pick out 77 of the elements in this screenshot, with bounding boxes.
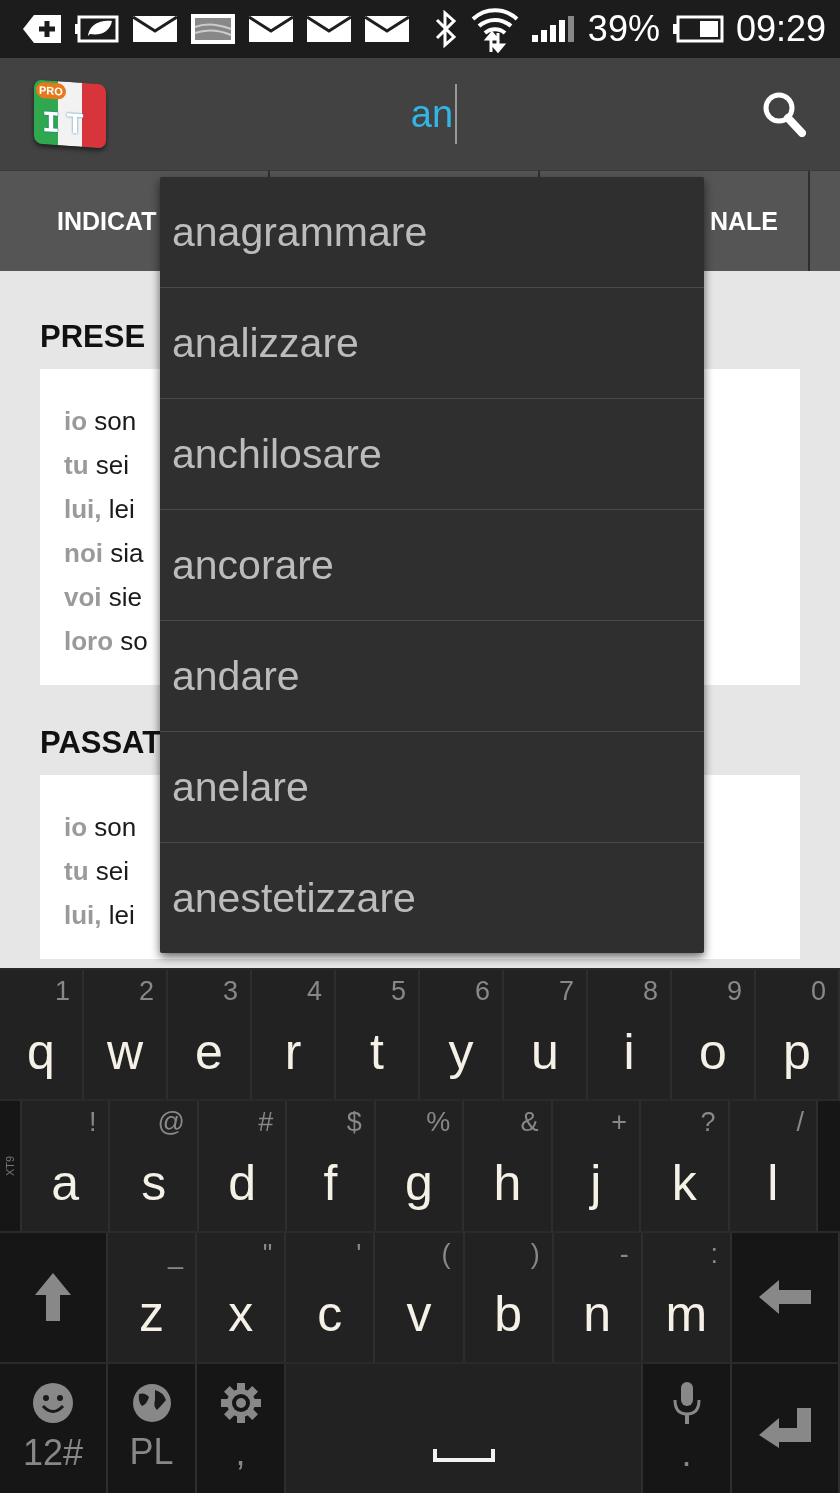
key[interactable]: 6 y xyxy=(420,970,504,1100)
tag-plus-icon xyxy=(22,14,62,44)
suggestion-item[interactable]: andare xyxy=(160,621,704,732)
enter-key[interactable] xyxy=(732,1363,840,1493)
mode-key[interactable]: XT9 xyxy=(0,1101,22,1231)
section-heading: PRESE xyxy=(40,319,146,355)
signal-icon xyxy=(531,16,576,42)
conjugation-line: loro so xyxy=(64,625,148,658)
key[interactable]: ! a xyxy=(22,1101,111,1231)
key[interactable]: / l xyxy=(729,1101,818,1231)
settings-key[interactable]: , xyxy=(197,1363,286,1493)
key[interactable]: : m xyxy=(642,1232,732,1362)
key[interactable]: 5 t xyxy=(336,970,420,1100)
mail-icon xyxy=(247,15,294,43)
conjugation-line: lui, lei xyxy=(64,493,135,526)
key[interactable]: 2 w xyxy=(84,970,168,1100)
backspace-arrow-icon xyxy=(759,1280,811,1315)
key[interactable]: $ f xyxy=(287,1101,376,1231)
emoji-key[interactable]: 12# xyxy=(0,1363,108,1493)
tab[interactable]: INDICAT xyxy=(57,206,157,236)
battery-percent: 39% xyxy=(587,8,660,50)
section-heading: PASSAT xyxy=(40,725,162,761)
suggestion-item[interactable]: anchilosare xyxy=(160,399,704,510)
key[interactable]: @ s xyxy=(110,1101,199,1231)
enter-arrow-icon xyxy=(759,1408,811,1449)
conjugation-line: io son xyxy=(64,405,137,438)
shift-key[interactable] xyxy=(0,1232,108,1362)
conjugation-line: tu sei xyxy=(64,855,129,888)
mic-key[interactable]: . xyxy=(643,1363,732,1493)
key[interactable]: # d xyxy=(198,1101,288,1231)
key[interactable]: ? k xyxy=(641,1101,730,1231)
space-bar-icon xyxy=(432,1449,495,1463)
shift-arrow-icon xyxy=(35,1273,71,1322)
image-icon xyxy=(189,13,236,45)
key[interactable]: ) b xyxy=(464,1232,554,1362)
mail-icon xyxy=(131,15,178,43)
key[interactable]: - n xyxy=(553,1232,643,1362)
key[interactable]: ' c xyxy=(286,1232,376,1362)
battery-leaf-icon xyxy=(74,14,120,44)
battery-icon xyxy=(671,15,724,43)
key[interactable]: + j xyxy=(552,1101,642,1231)
key[interactable]: 4 r xyxy=(252,970,336,1100)
language-key[interactable]: PL xyxy=(108,1363,197,1493)
wifi-icon xyxy=(469,5,520,53)
smiley-icon xyxy=(33,1383,73,1424)
conjugation-line: io son xyxy=(64,811,137,844)
gear-icon xyxy=(220,1383,261,1424)
suggestion-item[interactable]: anestetizzare xyxy=(160,843,704,953)
globe-icon xyxy=(132,1384,171,1423)
key[interactable]: 9 o xyxy=(672,970,756,1100)
suggestion-item[interactable]: anelare xyxy=(160,732,704,843)
key[interactable]: " x xyxy=(197,1232,287,1362)
tab[interactable]: NALE xyxy=(709,206,778,236)
key[interactable]: _ z xyxy=(108,1232,198,1362)
search-field[interactable]: an xyxy=(410,84,458,144)
mail-icon xyxy=(363,15,410,43)
conjugation-line: tu sei xyxy=(64,449,129,482)
suggestion-item[interactable]: anagrammare xyxy=(160,177,704,288)
key[interactable]: % g xyxy=(375,1101,465,1231)
clock-time: 09:29 xyxy=(735,8,826,50)
key[interactable]: 7 u xyxy=(504,970,588,1100)
key[interactable]: 8 i xyxy=(588,970,672,1100)
suggestion-item[interactable]: analizzare xyxy=(160,288,704,399)
microphone-icon xyxy=(671,1382,702,1425)
key[interactable]: 3 e xyxy=(168,970,252,1100)
bluetooth-icon xyxy=(433,10,458,48)
conjugation-line: noi sia xyxy=(64,537,144,570)
key[interactable]: 1 q xyxy=(0,970,84,1100)
mail-icon xyxy=(305,15,352,43)
key[interactable]: 0 p xyxy=(756,970,840,1100)
key[interactable]: ( v xyxy=(375,1232,465,1362)
conjugation-line: voi sie xyxy=(64,581,143,614)
search-icon xyxy=(762,91,806,137)
key[interactable]: & h xyxy=(464,1101,553,1231)
conjugation-line: lui, lei xyxy=(64,899,135,932)
backspace-key[interactable] xyxy=(732,1232,840,1362)
suggestion-item[interactable]: ancorare xyxy=(160,510,704,621)
